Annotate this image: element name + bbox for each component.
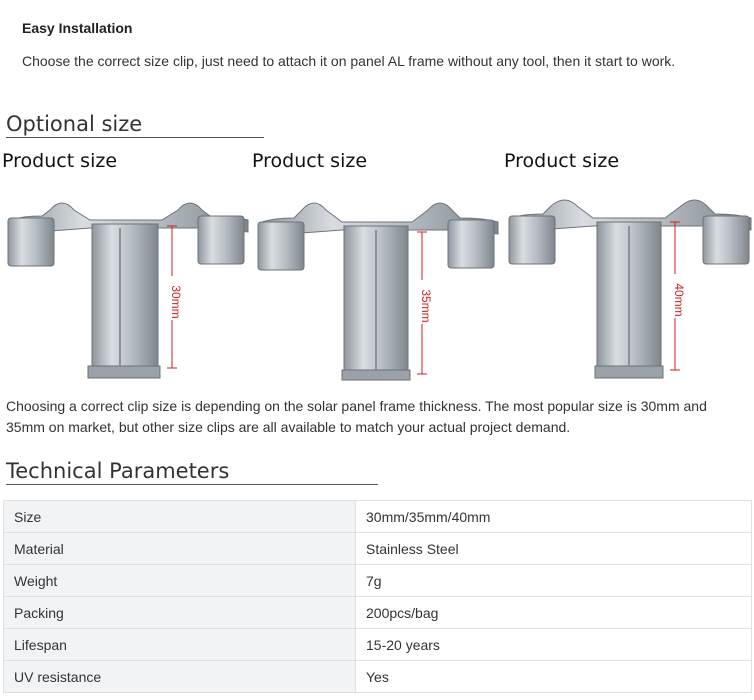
table-row: UV resistance Yes — [3, 660, 752, 693]
product-size-label: Product size — [2, 150, 118, 172]
technical-parameters-heading: Technical Parameters — [6, 459, 378, 485]
table-row: Lifespan 15-20 years — [3, 628, 752, 661]
product-item: Product size 35mm — [252, 150, 504, 390]
table-row: Size 30mm/35mm/40mm — [3, 500, 752, 533]
param-key: Packing — [3, 596, 356, 629]
product-item: Product size 30mm — [2, 150, 254, 390]
clip-image: 35mm — [257, 202, 499, 381]
optional-size-heading: Optional size — [6, 112, 264, 138]
param-key: Weight — [3, 564, 356, 597]
param-value: 15-20 years — [355, 628, 752, 661]
param-value: 7g — [355, 564, 752, 597]
param-key: Lifespan — [3, 628, 356, 661]
table-row: Weight 7g — [3, 564, 752, 597]
param-key: Material — [3, 532, 356, 565]
technical-parameters-heading-text: Technical Parameters — [6, 459, 230, 483]
table-row: Packing 200pcs/bag — [3, 596, 752, 629]
product-size-label: Product size — [252, 150, 368, 172]
clip-dimension-label: 30mm — [169, 285, 183, 318]
clip-image: 40mm — [508, 199, 752, 379]
param-key: UV resistance — [3, 660, 356, 693]
clip-image: 30mm — [7, 202, 249, 379]
param-value: Yes — [355, 660, 752, 693]
clip-dimension-label: 40mm — [672, 283, 686, 316]
param-key: Size — [3, 500, 356, 533]
heading-underline — [6, 137, 264, 138]
intro-text: Choose the correct size clip, just need … — [22, 53, 676, 69]
heading-underline — [6, 484, 378, 485]
intro-title: Easy Installation — [22, 20, 133, 36]
param-value: 200pcs/bag — [355, 596, 752, 629]
technical-parameters-table: Size 30mm/35mm/40mm Material Stainless S… — [3, 500, 752, 693]
param-value: Stainless Steel — [355, 532, 752, 565]
product-size-label: Product size — [504, 150, 620, 172]
param-value: 30mm/35mm/40mm — [355, 500, 752, 533]
clip-dimension-label: 35mm — [419, 289, 433, 322]
product-item: Product size 40mm — [504, 150, 754, 390]
size-description: Choosing a correct clip size is dependin… — [6, 398, 707, 435]
optional-size-heading-text: Optional size — [6, 112, 143, 136]
table-row: Material Stainless Steel — [3, 532, 752, 565]
